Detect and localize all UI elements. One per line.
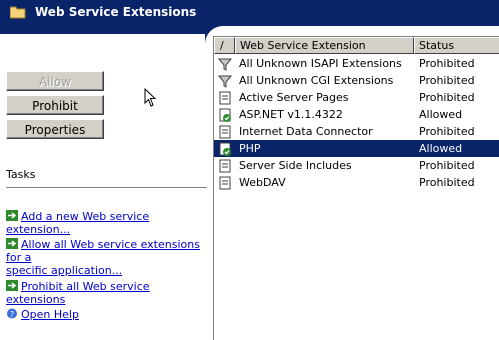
task-link[interactable]: Open Help [21,308,79,321]
task-link-cont[interactable]: specific application... [6,264,122,277]
tasks-heading: Tasks [6,168,36,181]
green-arrow-icon [6,238,18,249]
row-name: WebDAV [239,176,286,189]
list-row[interactable]: Active Server Pages Prohibited [214,89,499,106]
filter-icon [218,75,232,88]
extension-allowed-icon [219,108,231,122]
allow-button[interactable]: Allow [6,71,104,91]
page-title: Web Service Extensions [35,5,197,19]
row-status: Allowed [419,108,463,121]
row-name: PHP [239,142,261,155]
row-status: Allowed [419,142,463,155]
list-row[interactable]: WebDAV Prohibited [214,174,499,191]
green-arrow-icon [6,210,18,221]
header-band [0,26,205,34]
prohibit-button[interactable]: Prohibit [6,95,104,115]
list-row[interactable]: Internet Data Connector Prohibited [214,123,499,140]
list-row[interactable]: All Unknown ISAPI Extensions Prohibited [214,55,499,72]
extension-icon [219,91,231,105]
extension-icon [219,125,231,139]
task-prohibit-all[interactable]: Prohibit all Web service extensions [6,280,206,306]
row-status: Prohibited [419,159,475,172]
task-allow-all[interactable]: Allow all Web service extensions for a s… [6,238,206,277]
folder-icon [10,6,26,19]
row-status: Prohibited [419,74,475,87]
row-name: Active Server Pages [239,91,349,104]
list-row[interactable]: ASP.NET v1.1.4322 Allowed [214,106,499,123]
task-open-help[interactable]: ? Open Help [6,308,206,321]
row-name: All Unknown CGI Extensions [239,74,394,87]
column-header-name[interactable]: Web Service Extension [235,37,414,54]
properties-button[interactable]: Properties [6,119,104,139]
green-arrow-icon [6,280,18,291]
list-row[interactable]: All Unknown CGI Extensions Prohibited [214,72,499,89]
extension-icon [219,176,231,190]
task-link[interactable]: Allow all Web service extensions for a [6,238,200,264]
row-status: Prohibited [419,91,475,104]
row-name: Internet Data Connector [239,125,373,138]
row-name: ASP.NET v1.1.4322 [239,108,343,121]
help-icon: ? [7,308,17,319]
mouse-pointer-icon [144,88,157,107]
column-header-status[interactable]: Status [414,37,499,54]
header-bar: Web Service Extensions [0,0,499,26]
row-name: All Unknown ISAPI Extensions [239,57,402,70]
extension-icon [219,159,231,173]
tasks-divider [6,187,207,189]
column-sort-indicator[interactable]: / [214,37,235,54]
list-row-selected[interactable]: PHP Allowed [214,140,499,157]
task-link[interactable]: Add a new Web service extension... [6,210,149,236]
row-status: Prohibited [419,176,475,189]
list-row[interactable]: Server Side Includes Prohibited [214,157,499,174]
task-add-extension[interactable]: Add a new Web service extension... [6,210,206,236]
row-name: Server Side Includes [239,159,352,172]
filter-icon [218,58,232,71]
extensions-list[interactable]: / Web Service Extension Status All Unkno… [213,36,499,340]
svg-text:?: ? [10,310,14,319]
extension-allowed-icon [219,142,231,156]
row-status: Prohibited [419,125,475,138]
task-link[interactable]: Prohibit all Web service extensions [6,280,150,306]
row-status: Prohibited [419,57,475,70]
